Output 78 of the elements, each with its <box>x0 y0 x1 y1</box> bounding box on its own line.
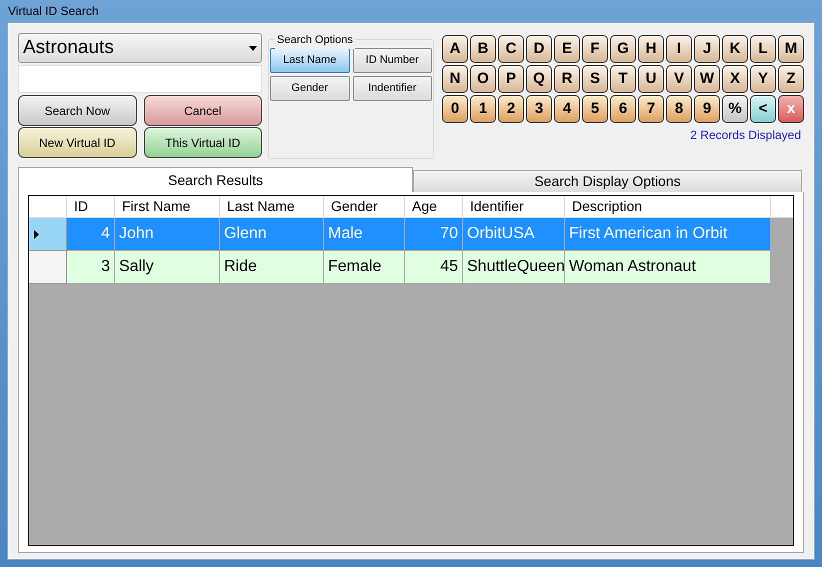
keypad-key[interactable]: V <box>666 65 692 93</box>
table-cell: Ride <box>220 251 324 284</box>
search-option-button[interactable]: Last Name <box>270 48 350 73</box>
column-header[interactable]: ID <box>67 196 115 217</box>
keypad-key[interactable]: E <box>554 35 580 63</box>
keypad-key[interactable]: P <box>498 65 524 93</box>
action-button[interactable]: Cancel <box>144 95 262 126</box>
current-row-icon <box>34 230 39 238</box>
keypad-key[interactable]: 8 <box>666 95 692 123</box>
row-header[interactable] <box>29 218 67 251</box>
search-option-button[interactable]: Gender <box>270 76 350 101</box>
keypad-key[interactable]: 6 <box>610 95 636 123</box>
keypad-key[interactable]: B <box>470 35 496 63</box>
table-cell: OrbitUSA <box>463 218 565 251</box>
keypad-key[interactable]: D <box>526 35 552 63</box>
table-cell: Woman Astronaut <box>565 251 771 284</box>
keypad-key[interactable]: S <box>582 65 608 93</box>
record-count: 2 Records Displayed <box>690 127 801 144</box>
keypad-key[interactable]: F <box>582 35 608 63</box>
tab[interactable]: Search Display Options <box>413 170 802 192</box>
keypad-key[interactable]: 3 <box>526 95 552 123</box>
keypad-key[interactable]: R <box>554 65 580 93</box>
keypad-key[interactable]: U <box>638 65 664 93</box>
keypad-key[interactable]: G <box>610 35 636 63</box>
table-cell: Female <box>324 251 405 284</box>
keypad-key[interactable]: 4 <box>554 95 580 123</box>
keypad-key[interactable]: N <box>442 65 468 93</box>
keypad-key[interactable]: Z <box>778 65 804 93</box>
keypad-key[interactable]: 7 <box>638 95 664 123</box>
keypad-key[interactable]: % <box>722 95 748 123</box>
keypad-key[interactable]: H <box>638 35 664 63</box>
keypad-key[interactable]: L <box>750 35 776 63</box>
keypad-key[interactable]: Y <box>750 65 776 93</box>
window-title: Virtual ID Search <box>8 3 98 20</box>
table-cell: Sally <box>115 251 220 284</box>
keypad-key[interactable]: 5 <box>582 95 608 123</box>
action-button[interactable]: This Virtual ID <box>144 127 262 158</box>
keypad-key[interactable]: 1 <box>470 95 496 123</box>
group-title: Search Options <box>275 32 355 48</box>
keypad-key[interactable]: J <box>694 35 720 63</box>
row-header[interactable] <box>29 251 67 284</box>
keypad-key[interactable]: T <box>610 65 636 93</box>
dropdown-caret-icon <box>249 46 257 50</box>
keypad-key[interactable]: X <box>722 65 748 93</box>
table-cell: Glenn <box>220 218 324 251</box>
search-option-button[interactable]: ID Number <box>352 48 432 73</box>
table-cell: ShuttleQueen <box>463 251 565 284</box>
column-header[interactable]: Last Name <box>220 196 324 217</box>
keypad-key[interactable]: 0 <box>442 95 468 123</box>
keypad-key[interactable]: Q <box>526 65 552 93</box>
group-dropdown[interactable]: Astronauts <box>18 33 262 63</box>
column-header[interactable]: First Name <box>115 196 220 217</box>
keypad-key[interactable]: M <box>778 35 804 63</box>
table-cell: 3 <box>67 251 115 284</box>
keypad-key[interactable]: W <box>694 65 720 93</box>
keypad-key[interactable]: C <box>498 35 524 63</box>
table-cell: First American in Orbit <box>565 218 771 251</box>
keypad-key[interactable]: 2 <box>498 95 524 123</box>
table-cell: 4 <box>67 218 115 251</box>
table-cell: 45 <box>405 251 463 284</box>
action-button[interactable]: New Virtual ID <box>18 127 136 158</box>
action-button[interactable]: Search Now <box>18 95 136 126</box>
tab[interactable]: Search Results <box>18 167 413 192</box>
keypad-key[interactable]: A <box>442 35 468 63</box>
table-cell: Male <box>324 218 405 251</box>
column-header[interactable]: Description <box>565 196 771 217</box>
column-header[interactable]: Age <box>405 196 463 217</box>
keypad-key[interactable]: I <box>666 35 692 63</box>
keypad-key[interactable]: K <box>722 35 748 63</box>
keypad-key[interactable]: O <box>470 65 496 93</box>
search-field[interactable] <box>18 65 262 93</box>
column-header[interactable]: Gender <box>324 196 405 217</box>
table-cell: John <box>115 218 220 251</box>
keypad-key[interactable]: < <box>750 95 776 123</box>
keypad-key[interactable]: 9 <box>694 95 720 123</box>
search-option-button[interactable]: Indentifier <box>352 76 432 101</box>
table-cell: 70 <box>405 218 463 251</box>
column-header[interactable]: Identifier <box>463 196 565 217</box>
